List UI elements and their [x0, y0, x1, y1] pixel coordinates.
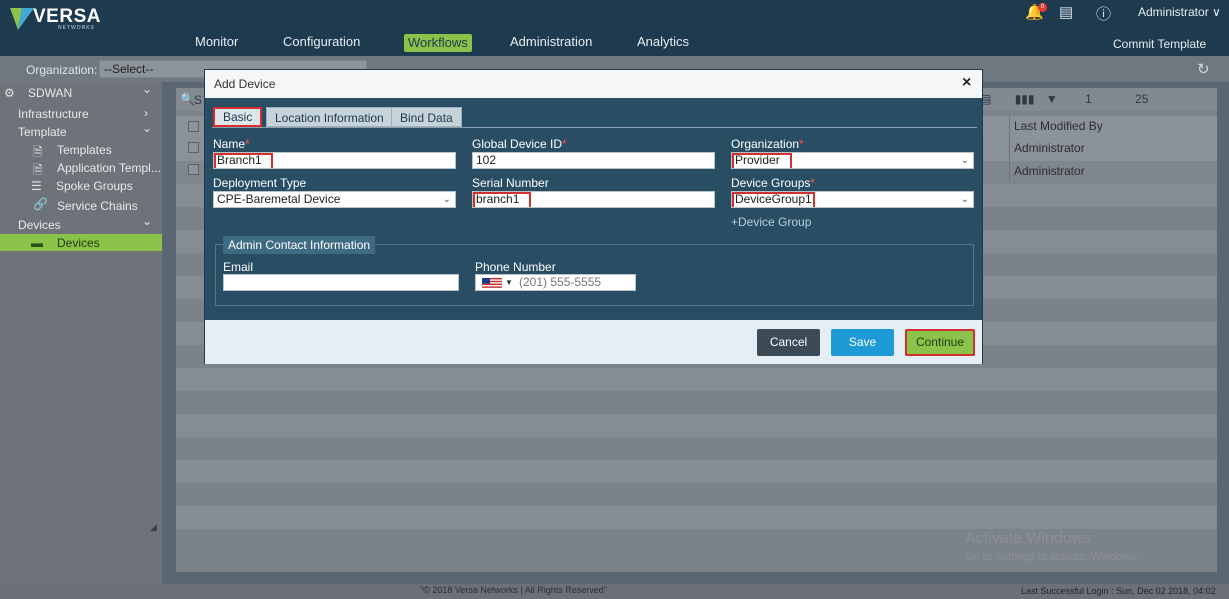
footer-copyright: "© 2018 Versa Networks | All Rights Rese… — [420, 585, 607, 595]
continue-button[interactable]: Continue — [905, 329, 975, 356]
cancel-button[interactable]: Cancel — [757, 329, 820, 356]
row-checkbox[interactable] — [188, 142, 199, 153]
nav-monitor[interactable]: Monitor — [195, 34, 238, 52]
top-header: VERSA NETWORKS Monitor Configuration Wor… — [0, 0, 1229, 56]
sidebar-item-sdwan[interactable]: SDWAN — [28, 86, 72, 100]
highlight-box — [732, 153, 792, 168]
chevron-down-icon: ⌄ — [960, 155, 969, 166]
footer-last-login: Last Successful Login : Sun, Dec 02 2018… — [1021, 586, 1216, 596]
network-icon: ⚙ — [4, 86, 15, 100]
highlight-box — [732, 192, 815, 207]
organization-label: Organization* — [731, 137, 804, 151]
chevron-down-icon: ⌄ — [960, 194, 969, 205]
table-row — [176, 483, 1217, 506]
table-row — [176, 368, 1217, 391]
chevron-down-icon[interactable]: ⌄ — [142, 214, 152, 228]
tab-basic[interactable]: Basic — [213, 107, 263, 127]
sidebar-item-application-templates[interactable]: Application Templ... — [57, 161, 161, 175]
table-row — [176, 460, 1217, 483]
table-row — [176, 391, 1217, 414]
user-menu[interactable]: Administrator ∨ — [1138, 5, 1221, 19]
select-all-checkbox[interactable] — [188, 121, 199, 132]
device-icon: ▬ — [31, 236, 43, 250]
sidebar-item-devices-group[interactable]: Devices — [18, 218, 61, 232]
chevron-down-icon: ⌄ — [442, 194, 451, 205]
table-row — [176, 437, 1217, 460]
name-field[interactable]: Branch1 — [213, 152, 456, 169]
chevron-down-icon[interactable]: ⌄ — [142, 82, 152, 96]
dialog-title: Add Device — [214, 77, 276, 91]
info-icon[interactable]: ⓘ — [1096, 3, 1111, 24]
page-input[interactable]: 1 — [1085, 92, 1092, 106]
search-input[interactable]: S — [194, 93, 202, 107]
save-button[interactable]: Save — [831, 329, 894, 356]
page-size-select[interactable]: 25 — [1135, 92, 1148, 106]
close-icon[interactable]: × — [962, 74, 971, 92]
stack-icon: ☰ — [31, 179, 42, 193]
highlight-box — [473, 192, 531, 207]
tasks-icon[interactable]: ▤ — [1059, 3, 1073, 21]
email-label: Email — [223, 260, 254, 274]
activation-watermark-title: Activate Windows — [965, 530, 1092, 547]
phone-field[interactable]: ▼ (201) 555-5555 — [475, 274, 636, 291]
phone-placeholder: (201) 555-5555 — [519, 275, 602, 289]
table-toolbar-right: ▤ ▮▮▮ ▼ 1 25 — [980, 92, 1148, 106]
add-device-dialog: Add Device × Basic Location Information … — [204, 69, 983, 364]
nav-workflows[interactable]: Workflows — [404, 34, 472, 52]
columns-icon[interactable]: ▮▮▮ — [1015, 92, 1035, 106]
activation-watermark-subtitle: Go to Settings to activate Windows. — [965, 551, 1139, 563]
email-field[interactable] — [223, 274, 459, 291]
tab-bind-data[interactable]: Bind Data — [391, 107, 462, 127]
link-icon: 🔗 — [33, 197, 48, 211]
nav-administration[interactable]: Administration — [510, 34, 592, 52]
device-groups-select[interactable]: DeviceGroup1 ⌄ — [731, 191, 974, 208]
us-flag-icon[interactable] — [482, 278, 502, 288]
commit-template-link[interactable]: Commit Template — [1113, 37, 1206, 51]
sidebar-item-service-chains[interactable]: Service Chains — [57, 199, 138, 213]
brand-subtitle: NETWORKS — [58, 25, 95, 31]
caret-down-icon[interactable]: ▼ — [505, 275, 513, 290]
chevron-right-icon[interactable]: › — [144, 106, 148, 120]
sidebar: ⚙ SDWAN ⌄ Infrastructure › Template ⌄ 🗎 … — [0, 82, 163, 585]
cell-last-modified: Administrator — [1014, 141, 1085, 155]
sidebar-item-infrastructure[interactable]: Infrastructure — [18, 107, 89, 121]
row-checkbox[interactable] — [188, 164, 199, 175]
dialog-footer: Cancel Save Continue — [205, 320, 982, 364]
sidebar-item-spoke-groups[interactable]: Spoke Groups — [56, 179, 133, 193]
phone-label: Phone Number — [475, 260, 556, 274]
tab-underline — [212, 127, 977, 128]
nav-configuration[interactable]: Configuration — [283, 34, 360, 52]
column-header-last-modified[interactable]: Last Modified By — [1014, 119, 1103, 133]
deployment-type-label: Deployment Type — [213, 176, 307, 190]
serial-number-field[interactable]: branch1 — [472, 191, 715, 208]
highlight-box — [214, 153, 273, 168]
add-device-group-link[interactable]: +Device Group — [731, 215, 811, 229]
deployment-type-select[interactable]: CPE-Baremetal Device ⌄ — [213, 191, 456, 208]
search-icon[interactable]: 🔍 — [180, 92, 195, 106]
resize-handle-icon[interactable]: ◢ — [150, 522, 157, 533]
notification-badge: 0 — [1038, 3, 1047, 12]
cell-last-modified: Administrator — [1014, 164, 1085, 178]
table-row — [176, 414, 1217, 437]
sidebar-item-devices[interactable]: Devices — [57, 236, 100, 250]
organization-select[interactable]: Provider ⌄ — [731, 152, 974, 169]
refresh-icon[interactable]: ↻ — [1197, 60, 1210, 78]
chevron-down-icon[interactable]: ⌄ — [142, 121, 152, 135]
global-device-id-field[interactable]: 102 — [472, 152, 715, 169]
name-label: Name* — [213, 137, 250, 151]
nav-analytics[interactable]: Analytics — [637, 34, 689, 52]
device-groups-label: Device Groups* — [731, 176, 816, 190]
admin-contact-legend: Admin Contact Information — [223, 236, 376, 254]
serial-number-label: Serial Number — [472, 176, 549, 190]
organization-label: Organization: — [26, 63, 98, 77]
dialog-header: Add Device × — [205, 70, 982, 98]
table-row — [176, 506, 1217, 529]
sidebar-item-template[interactable]: Template — [18, 125, 67, 139]
column-divider — [1009, 116, 1010, 182]
sidebar-item-templates[interactable]: Templates — [57, 143, 112, 157]
global-device-id-label: Global Device ID* — [472, 137, 567, 151]
filter-icon[interactable]: ▼ — [1046, 92, 1058, 106]
tab-location-information[interactable]: Location Information — [266, 107, 393, 127]
